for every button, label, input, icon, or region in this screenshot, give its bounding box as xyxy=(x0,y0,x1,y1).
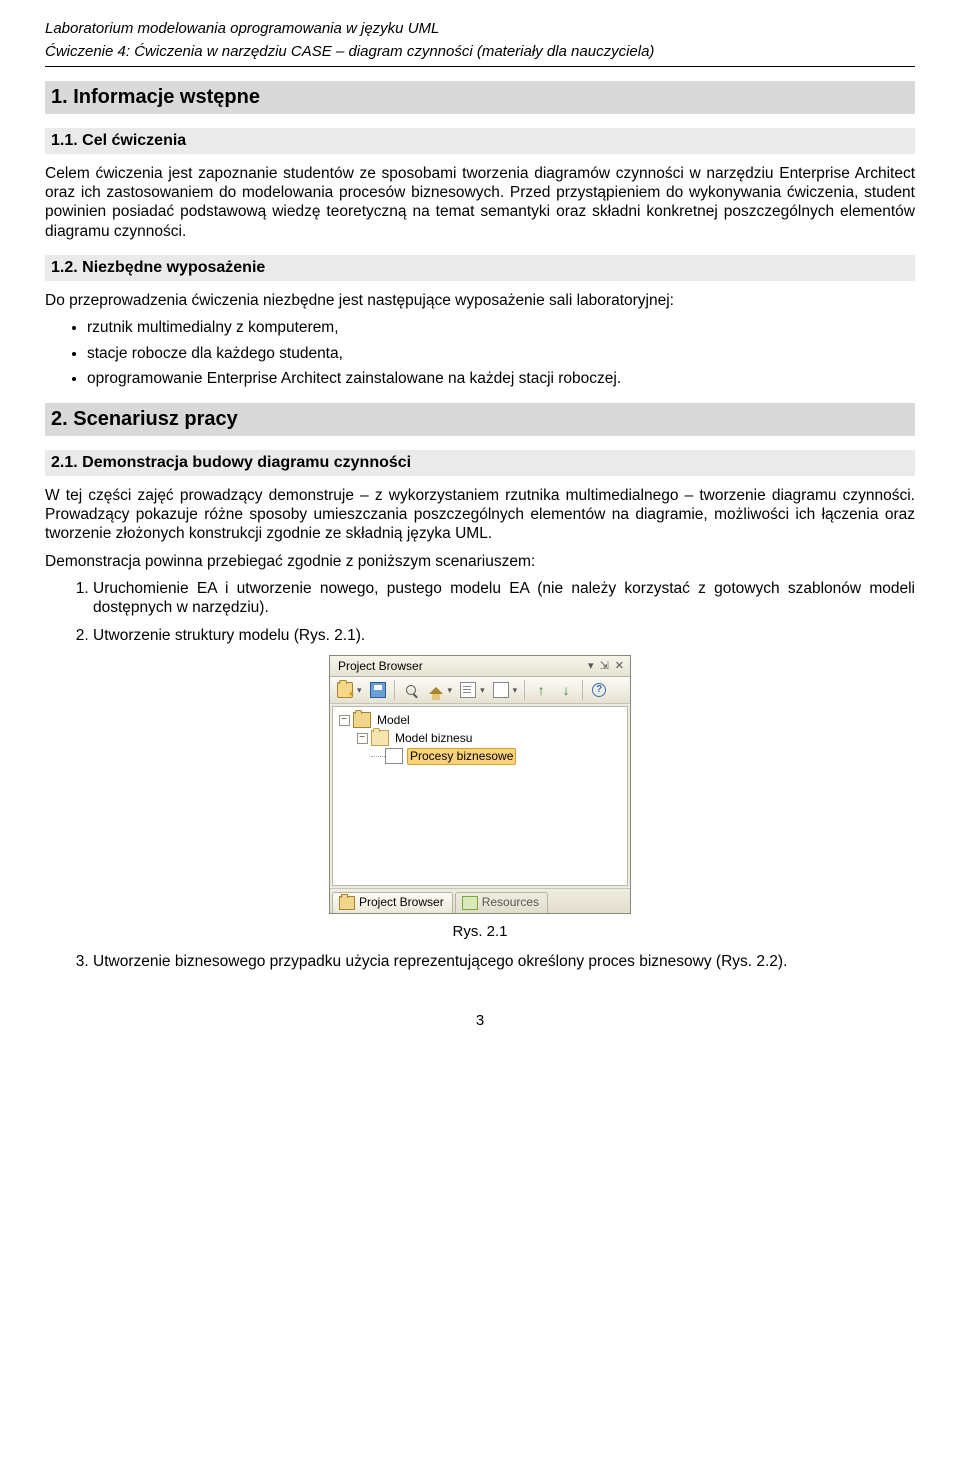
section-1-1-title: 1.1. Cel ćwiczenia xyxy=(45,128,915,154)
model-icon xyxy=(353,712,371,728)
collapse-icon[interactable]: − xyxy=(339,715,350,726)
move-up-button[interactable]: ↑ xyxy=(530,679,552,701)
panel-toolbar: ▾ ▾ ▾ ▾ ↑ ↓ ? xyxy=(330,677,630,704)
section-2-1-p2: Demonstracja powinna przebiegać zgodnie … xyxy=(45,552,915,571)
project-browser-panel: Project Browser ▾ ⇲ ✕ ▾ ▾ ▾ ▾ ↑ ↓ xyxy=(329,655,631,914)
header-line-2: Ćwiczenie 4: Ćwiczenia w narzędziu CASE … xyxy=(45,43,915,62)
new-doc-button[interactable] xyxy=(457,679,479,701)
panel-titlebar: Project Browser ▾ ⇲ ✕ xyxy=(330,656,630,677)
tab-label: Project Browser xyxy=(359,895,444,910)
pin-icon[interactable]: ⇲ xyxy=(600,661,609,672)
help-button[interactable]: ? xyxy=(588,679,610,701)
scenario-steps-continued: Utworzenie biznesowego przypadku użycia … xyxy=(45,952,915,971)
section-2-1-title: 2.1. Demonstracja budowy diagramu czynno… xyxy=(45,450,915,476)
tab-label: Resources xyxy=(482,895,539,910)
dropdown-icon[interactable]: ▾ xyxy=(588,661,594,672)
document-page: Laboratorium modelowania oprogramowania … xyxy=(0,0,960,1070)
section-2-1-p1: W tej części zajęć prowadzący demonstruj… xyxy=(45,486,915,544)
resources-icon xyxy=(462,896,478,910)
collapse-icon[interactable]: − xyxy=(357,733,368,744)
home-button[interactable] xyxy=(425,679,447,701)
tree-label: Model xyxy=(375,713,412,728)
close-icon[interactable]: ✕ xyxy=(615,661,624,672)
toolbar-separator xyxy=(582,680,583,700)
tree-connector xyxy=(371,756,385,757)
equipment-list: rzutnik multimedialny z komputerem, stac… xyxy=(45,318,915,388)
package-icon xyxy=(371,730,389,746)
tree-view[interactable]: − Model − Model biznesu Procesy biznesow… xyxy=(332,706,628,886)
step-1: Uruchomienie EA i utworzenie nowego, pus… xyxy=(93,579,915,618)
tree-label: Model biznesu xyxy=(393,731,474,746)
tree-node-selected[interactable]: Procesy biznesowe xyxy=(335,747,625,765)
section-1-2-title: 1.2. Niezbędne wyposażenie xyxy=(45,255,915,281)
section-1-2-intro: Do przeprowadzenia ćwiczenia niezbędne j… xyxy=(45,291,915,310)
scenario-steps: Uruchomienie EA i utworzenie nowego, pus… xyxy=(45,579,915,645)
header-line-1: Laboratorium modelowania oprogramowania … xyxy=(45,20,915,39)
search-button[interactable] xyxy=(400,679,422,701)
tree-node[interactable]: − Model biznesu xyxy=(335,729,625,747)
figure-2-1: Project Browser ▾ ⇲ ✕ ▾ ▾ ▾ ▾ ↑ ↓ xyxy=(45,655,915,915)
page-number: 3 xyxy=(45,1012,915,1031)
step-3: Utworzenie biznesowego przypadku użycia … xyxy=(93,952,915,971)
toolbar-separator xyxy=(524,680,525,700)
step-2: Utworzenie struktury modelu (Rys. 2.1). xyxy=(93,626,915,645)
figure-2-1-caption: Rys. 2.1 xyxy=(45,923,915,942)
list-item: stacje robocze dla każdego studenta, xyxy=(87,344,915,363)
panel-title: Project Browser xyxy=(338,659,582,674)
list-item: rzutnik multimedialny z komputerem, xyxy=(87,318,915,337)
section-2-title: 2. Scenariusz pracy xyxy=(45,403,915,436)
chevron-down-icon[interactable]: ▾ xyxy=(513,685,518,696)
running-header: Laboratorium modelowania oprogramowania … xyxy=(45,20,915,62)
chevron-down-icon[interactable]: ▾ xyxy=(357,685,362,696)
list-item: oprogramowanie Enterprise Architect zain… xyxy=(87,369,915,388)
new-folder-button[interactable] xyxy=(334,679,356,701)
tree-node-root[interactable]: − Model xyxy=(335,711,625,729)
panel-tabs: Project Browser Resources xyxy=(330,888,630,913)
section-1-1-body: Celem ćwiczenia jest zapoznanie studentó… xyxy=(45,164,915,242)
diagram-icon xyxy=(385,748,403,764)
move-down-button[interactable]: ↓ xyxy=(555,679,577,701)
chevron-down-icon[interactable]: ▾ xyxy=(480,685,485,696)
chevron-down-icon[interactable]: ▾ xyxy=(448,685,453,696)
tree-label: Procesy biznesowe xyxy=(407,748,516,765)
save-button[interactable] xyxy=(367,679,389,701)
toolbar-separator xyxy=(394,680,395,700)
header-rule xyxy=(45,66,915,67)
new-node-button[interactable] xyxy=(490,679,512,701)
tab-resources[interactable]: Resources xyxy=(455,892,548,913)
section-1-title: 1. Informacje wstępne xyxy=(45,81,915,114)
folder-icon xyxy=(339,896,355,910)
tab-project-browser[interactable]: Project Browser xyxy=(332,892,453,913)
